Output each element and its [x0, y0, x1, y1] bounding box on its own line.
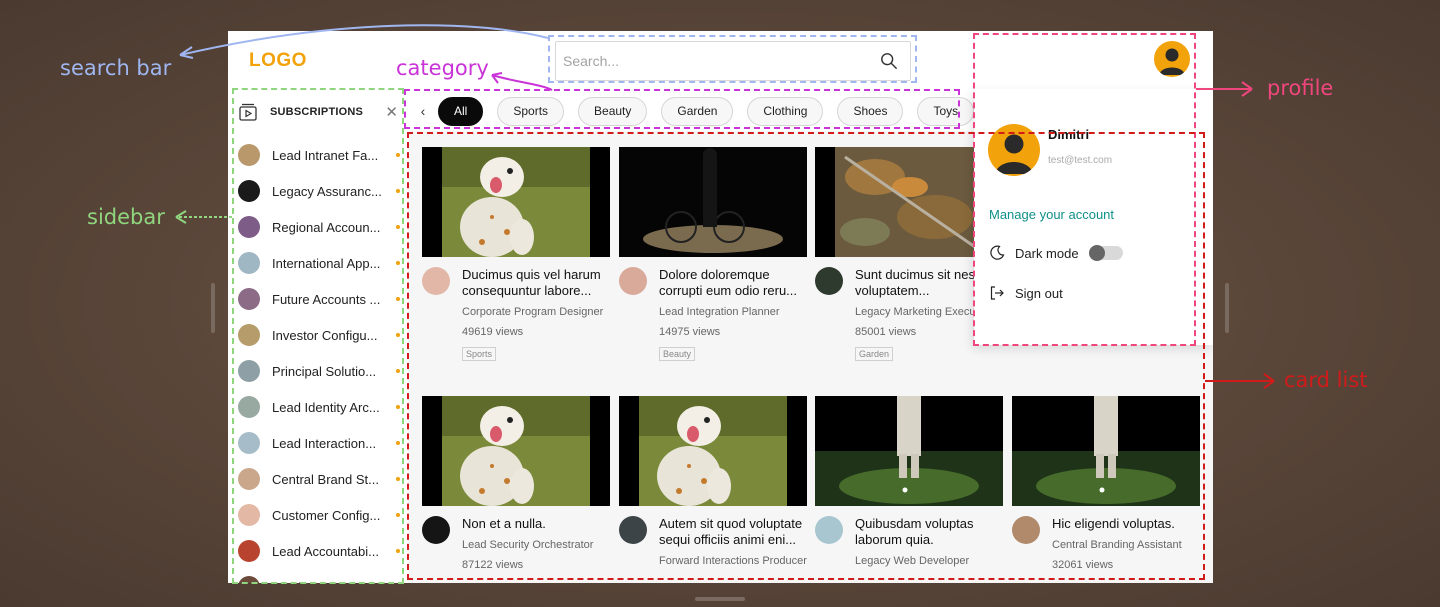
- annotation-box-search-bar: [548, 35, 917, 83]
- window-resize-handle-bottom[interactable]: [695, 597, 745, 601]
- annotation-box-category: [404, 89, 960, 129]
- annotation-label-search-bar: search bar: [60, 56, 172, 80]
- window-resize-handle-right[interactable]: [1225, 283, 1229, 333]
- annotation-label-profile: profile: [1267, 76, 1334, 100]
- annotation-box-card-list: [407, 132, 1205, 580]
- annotation-label-card-list: card list: [1284, 368, 1368, 392]
- window-resize-handle-left[interactable]: [211, 283, 215, 333]
- annotation-box-sidebar: [232, 88, 404, 584]
- annotation-label-sidebar: sidebar: [87, 205, 165, 229]
- logo[interactable]: LOGO: [249, 50, 307, 72]
- annotation-label-category: category: [396, 56, 489, 80]
